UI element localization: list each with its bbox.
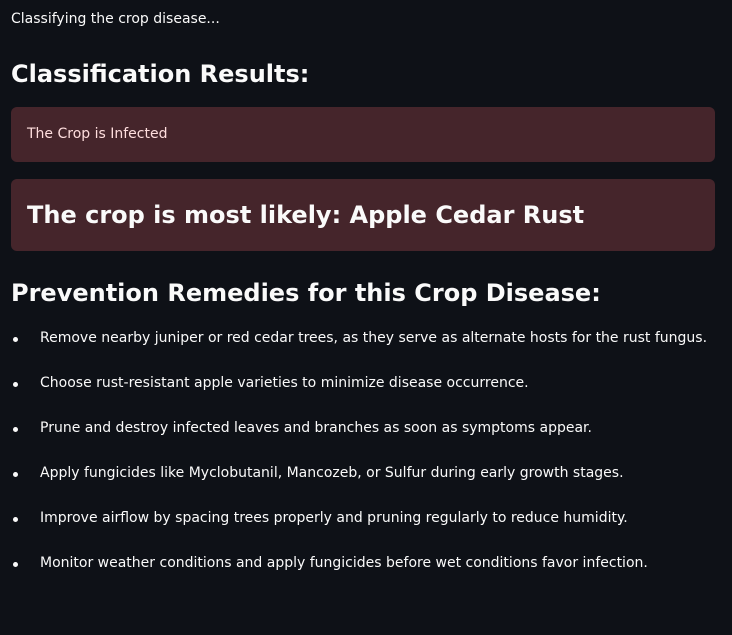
remedies-heading: Prevention Remedies for this Crop Diseas… bbox=[11, 279, 601, 307]
remedy-text: Remove nearby juniper or red cedar trees… bbox=[40, 330, 708, 346]
status-text: Classifying the crop disease... bbox=[11, 11, 220, 27]
infected-message: The Crop is Infected bbox=[27, 126, 168, 142]
remedy-text: Improve airflow by spacing trees properl… bbox=[40, 510, 628, 526]
bullet-icon bbox=[13, 472, 18, 477]
list-item: Improve airflow by spacing trees properl… bbox=[11, 508, 715, 553]
bullet-icon bbox=[13, 517, 18, 522]
list-item: Remove nearby juniper or red cedar trees… bbox=[11, 328, 715, 373]
list-item: Prune and destroy infected leaves and br… bbox=[11, 418, 715, 463]
bullet-icon bbox=[13, 337, 18, 342]
remedy-text: Choose rust-resistant apple varieties to… bbox=[40, 375, 529, 391]
bullet-icon bbox=[13, 427, 18, 432]
remedy-text: Monitor weather conditions and apply fun… bbox=[40, 555, 648, 571]
prediction-alert: The crop is most likely: Apple Cedar Rus… bbox=[11, 179, 715, 251]
results-heading: Classification Results: bbox=[11, 60, 310, 88]
prediction-message: The crop is most likely: Apple Cedar Rus… bbox=[27, 201, 585, 229]
list-item: Monitor weather conditions and apply fun… bbox=[11, 553, 715, 598]
list-item: Apply fungicides like Myclobutanil, Manc… bbox=[11, 463, 715, 508]
bullet-icon bbox=[13, 562, 18, 567]
remedy-text: Prune and destroy infected leaves and br… bbox=[40, 420, 592, 436]
list-item: Choose rust-resistant apple varieties to… bbox=[11, 373, 715, 418]
remedies-list: Remove nearby juniper or red cedar trees… bbox=[11, 328, 715, 598]
bullet-icon bbox=[13, 382, 18, 387]
infected-alert: The Crop is Infected bbox=[11, 107, 715, 162]
remedy-text: Apply fungicides like Myclobutanil, Manc… bbox=[40, 465, 624, 481]
